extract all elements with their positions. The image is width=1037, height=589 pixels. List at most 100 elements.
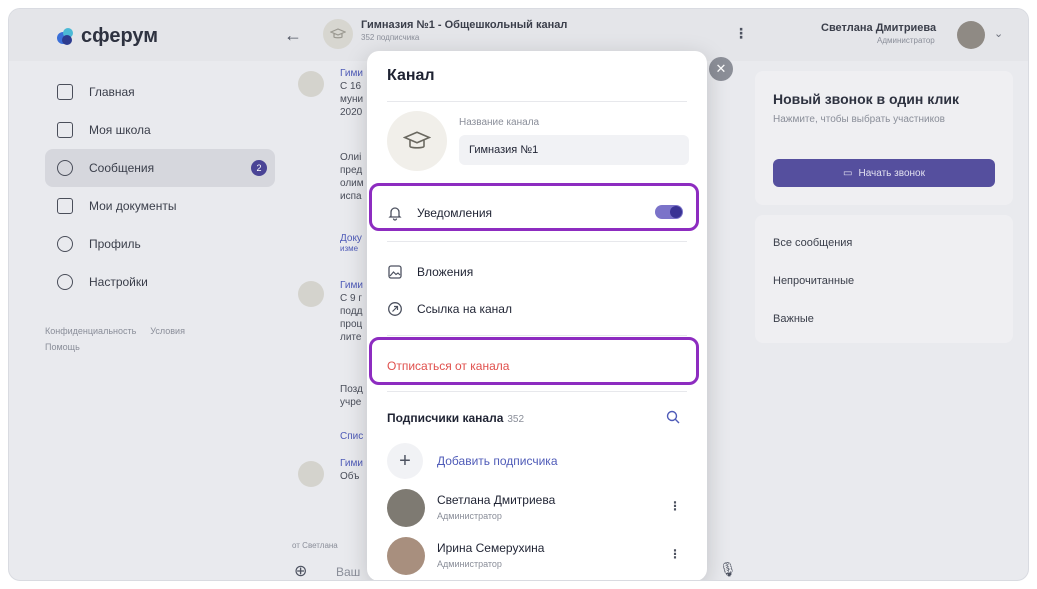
message-avatar[interactable] — [298, 71, 324, 97]
filter-unread[interactable]: Непрочитанные — [773, 275, 854, 287]
message-avatar[interactable] — [298, 281, 324, 307]
sidebar-item-label: Настройки — [89, 275, 148, 289]
add-subscriber-button[interactable]: + Добавить подписчика — [387, 443, 558, 479]
highlight-unsubscribe — [369, 337, 699, 385]
message-text: Гими С 9 г подд проц лите — [340, 279, 363, 344]
attachments-row[interactable]: Вложения — [387, 260, 687, 284]
message-sender: Гими — [340, 68, 363, 79]
message-input[interactable]: Ваш — [336, 565, 360, 579]
search-icon[interactable] — [665, 409, 681, 430]
message-sender: Гими — [340, 458, 363, 469]
sidebar-item-settings[interactable]: Настройки — [45, 263, 275, 301]
message-link[interactable]: Спис — [340, 431, 363, 442]
subscribers-count: 352 — [507, 414, 525, 425]
user-role: Администратор — [877, 36, 935, 45]
modal-title: Канал — [387, 67, 435, 84]
sidebar-item-documents[interactable]: Мои документы — [45, 187, 275, 225]
member-avatar — [387, 489, 425, 527]
plus-icon: + — [387, 443, 423, 479]
message-text: Олиі пред олим испа — [340, 151, 364, 203]
message-line: С 16 — [340, 81, 362, 92]
more-vertical-icon[interactable]: ⋮ — [734, 25, 748, 42]
profile-icon — [57, 236, 73, 252]
user-name[interactable]: Светлана Дмитриева — [821, 22, 936, 34]
sidebar-item-home[interactable]: Главная — [45, 73, 275, 111]
divider — [387, 335, 687, 336]
channel-modal: Канал Название канала Гимназия №1 Уведом… — [367, 51, 707, 580]
message-line: олим — [340, 178, 364, 189]
new-call-card: Новый звонок в один клик Нажмите, чтобы … — [755, 71, 1013, 205]
sidebar-item-label: Профиль — [89, 237, 141, 251]
divider — [387, 241, 687, 242]
member-row[interactable]: Ирина Семерухина Администратор ⋮ — [387, 537, 687, 577]
sidebar-item-profile[interactable]: Профиль — [45, 225, 275, 263]
link-help[interactable]: Помощь — [45, 342, 80, 352]
school-icon — [57, 122, 73, 138]
app-window: сферум ← Гимназия №1 - Общешкольный кана… — [8, 8, 1029, 581]
add-subscriber-label: Добавить подписчика — [437, 454, 558, 468]
member-row[interactable]: Светлана Дмитриева Администратор ⋮ — [387, 489, 687, 529]
message-avatar[interactable] — [298, 461, 324, 487]
graduation-cap-icon — [403, 131, 431, 149]
grid-icon — [57, 84, 73, 100]
filter-important[interactable]: Важные — [773, 313, 814, 325]
microphone-icon[interactable]: 🎙 — [719, 561, 737, 578]
channel-avatar[interactable] — [323, 19, 353, 49]
chevron-down-icon[interactable]: ⌄ — [994, 27, 1003, 40]
unread-badge: 2 — [251, 160, 267, 176]
new-call-title: Новый звонок в один клик — [773, 91, 959, 107]
filter-all[interactable]: Все сообщения — [773, 237, 852, 249]
message-line: лите — [340, 332, 362, 343]
message-line: муни — [340, 94, 364, 105]
channel-avatar-large[interactable] — [387, 111, 447, 171]
channel-name-field[interactable]: Гимназия №1 — [459, 135, 689, 165]
message-link[interactable]: Доку изме — [340, 233, 362, 253]
message-line: 2020 — [340, 107, 363, 118]
subscribers-title: Подписчики канала 352 — [387, 411, 524, 425]
more-vertical-icon[interactable]: ⋮ — [669, 547, 681, 561]
channel-title[interactable]: Гимназия №1 - Общешкольный канал — [361, 19, 567, 31]
subscribers-title-text: Подписчики канала — [387, 411, 504, 425]
message-text: Гими С 16 муни 2020 — [340, 67, 363, 119]
message-line: С 9 г — [340, 293, 362, 304]
sidebar-item-label: Сообщения — [89, 161, 155, 175]
user-avatar[interactable] — [957, 21, 985, 49]
logo-icon — [57, 27, 75, 46]
message-link-text: Доку — [340, 233, 362, 244]
sidebar-item-messages[interactable]: Сообщения 2 — [45, 149, 275, 187]
divider — [387, 101, 687, 102]
message-line: Позд — [340, 384, 363, 395]
back-arrow-icon[interactable]: ← — [284, 25, 302, 46]
gear-icon — [57, 274, 73, 290]
message-filters: Все сообщения Непрочитанные Важные — [755, 215, 1013, 343]
message-text: Гими Объ — [340, 457, 363, 483]
sidebar: Главная Моя школа Сообщения 2 Мои докуме… — [45, 73, 275, 355]
footer-links: Конфиденциальность Условия Помощь — [45, 323, 275, 355]
channel-link-row[interactable]: Ссылка на канал — [387, 297, 687, 321]
message-line: Объ — [340, 471, 360, 482]
message-line: проц — [340, 319, 363, 330]
message-link-text: изме — [340, 244, 359, 253]
message-line: учре — [340, 397, 362, 408]
new-call-subtitle: Нажмите, чтобы выбрать участников — [773, 114, 945, 125]
logo[interactable]: сферум — [57, 25, 158, 48]
link-arrow-icon — [387, 301, 403, 317]
member-name: Светлана Дмитриева — [437, 493, 556, 507]
highlight-notifications — [369, 183, 699, 231]
document-icon — [57, 198, 73, 214]
link-terms[interactable]: Условия — [150, 326, 185, 336]
channel-subtitle: 352 подписчика — [361, 33, 420, 42]
start-call-button[interactable]: ▭ Начать звонок — [773, 159, 995, 187]
link-privacy[interactable]: Конфиденциальность — [45, 326, 136, 336]
member-name: Ирина Семерухина — [437, 541, 545, 555]
graduation-cap-icon — [330, 28, 346, 39]
chat-icon — [57, 160, 73, 176]
message-sender: Гими — [340, 280, 363, 291]
close-icon[interactable]: ✕ — [709, 57, 733, 81]
divider — [387, 391, 687, 392]
sidebar-item-school[interactable]: Моя школа — [45, 111, 275, 149]
sidebar-item-label: Моя школа — [89, 123, 151, 137]
add-attachment-icon[interactable]: ⊕ — [294, 561, 307, 580]
more-vertical-icon[interactable]: ⋮ — [669, 499, 681, 513]
start-call-label: Начать звонок — [858, 167, 925, 179]
